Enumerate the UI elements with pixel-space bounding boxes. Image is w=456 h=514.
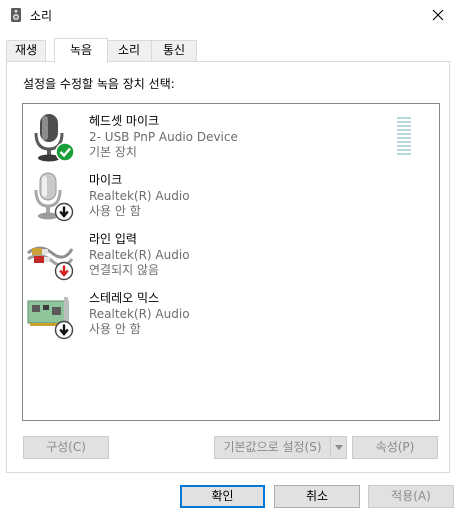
device-description: 2- USB PnP Audio Device xyxy=(89,129,238,144)
tab-communications[interactable]: 통신 xyxy=(151,40,197,61)
disabled-arrow-icon xyxy=(54,320,74,340)
device-description: Realtek(R) Audio xyxy=(89,306,190,321)
speaker-app-icon xyxy=(11,8,21,22)
default-check-icon xyxy=(55,142,75,162)
line-in-cable-icon xyxy=(27,246,74,281)
window-title: 소리 xyxy=(30,9,53,23)
tab-sounds[interactable]: 소리 xyxy=(106,40,152,61)
title-bar: 소리 xyxy=(0,0,456,30)
device-name: 마이크 xyxy=(89,173,123,187)
tab-recording[interactable]: 녹음 xyxy=(54,38,108,63)
sound-card-icon xyxy=(27,297,74,340)
audio-level-meter xyxy=(397,117,411,155)
recording-panel: 설정을 수정할 녹음 장치 선택: 헤드셋 마이크 2- USB PnP Aud… xyxy=(6,61,450,473)
instruction-label: 설정을 수정할 녹음 장치 선택: xyxy=(23,77,175,91)
disabled-arrow-icon xyxy=(54,202,74,222)
cancel-button[interactable]: 취소 xyxy=(274,485,360,508)
close-button[interactable] xyxy=(420,0,456,30)
device-status: 사용 안 함 xyxy=(89,204,141,218)
microphone-icon xyxy=(34,172,74,222)
device-status: 사용 안 함 xyxy=(89,322,141,336)
unplugged-arrow-icon xyxy=(54,261,74,281)
properties-button[interactable]: 속성(P) xyxy=(352,436,438,459)
device-list[interactable]: 헤드셋 마이크 2- USB PnP Audio Device 기본 장치 마이… xyxy=(22,103,440,421)
device-status: 연결되지 않음 xyxy=(89,263,160,277)
ok-button[interactable]: 확인 xyxy=(180,485,265,508)
set-default-label: 기본값으로 설정(S) xyxy=(223,440,322,454)
device-description: Realtek(R) Audio xyxy=(89,188,190,203)
device-description: Realtek(R) Audio xyxy=(89,247,190,262)
device-item-headset-mic[interactable]: 헤드셋 마이크 2- USB PnP Audio Device 기본 장치 xyxy=(23,109,423,165)
device-name: 헤드셋 마이크 xyxy=(89,114,160,128)
device-item-microphone[interactable]: 마이크 Realtek(R) Audio 사용 안 함 xyxy=(23,168,423,224)
device-status: 기본 장치 xyxy=(89,145,137,159)
tab-playback[interactable]: 재생 xyxy=(6,40,46,61)
configure-button[interactable]: 구성(C) xyxy=(23,436,109,459)
set-default-dropdown[interactable] xyxy=(330,437,346,458)
device-name: 라인 입력 xyxy=(89,232,137,246)
headset-mic-icon xyxy=(34,114,75,162)
apply-button[interactable]: 적용(A) xyxy=(368,485,454,508)
close-icon xyxy=(432,9,444,21)
device-item-stereo-mix[interactable]: 스테레오 믹스 Realtek(R) Audio 사용 안 함 xyxy=(23,286,423,342)
chevron-down-icon xyxy=(334,445,343,450)
set-default-button[interactable]: 기본값으로 설정(S) xyxy=(214,436,347,459)
device-item-line-in[interactable]: 라인 입력 Realtek(R) Audio 연결되지 않음 xyxy=(23,227,423,283)
device-name: 스테레오 믹스 xyxy=(89,291,160,305)
